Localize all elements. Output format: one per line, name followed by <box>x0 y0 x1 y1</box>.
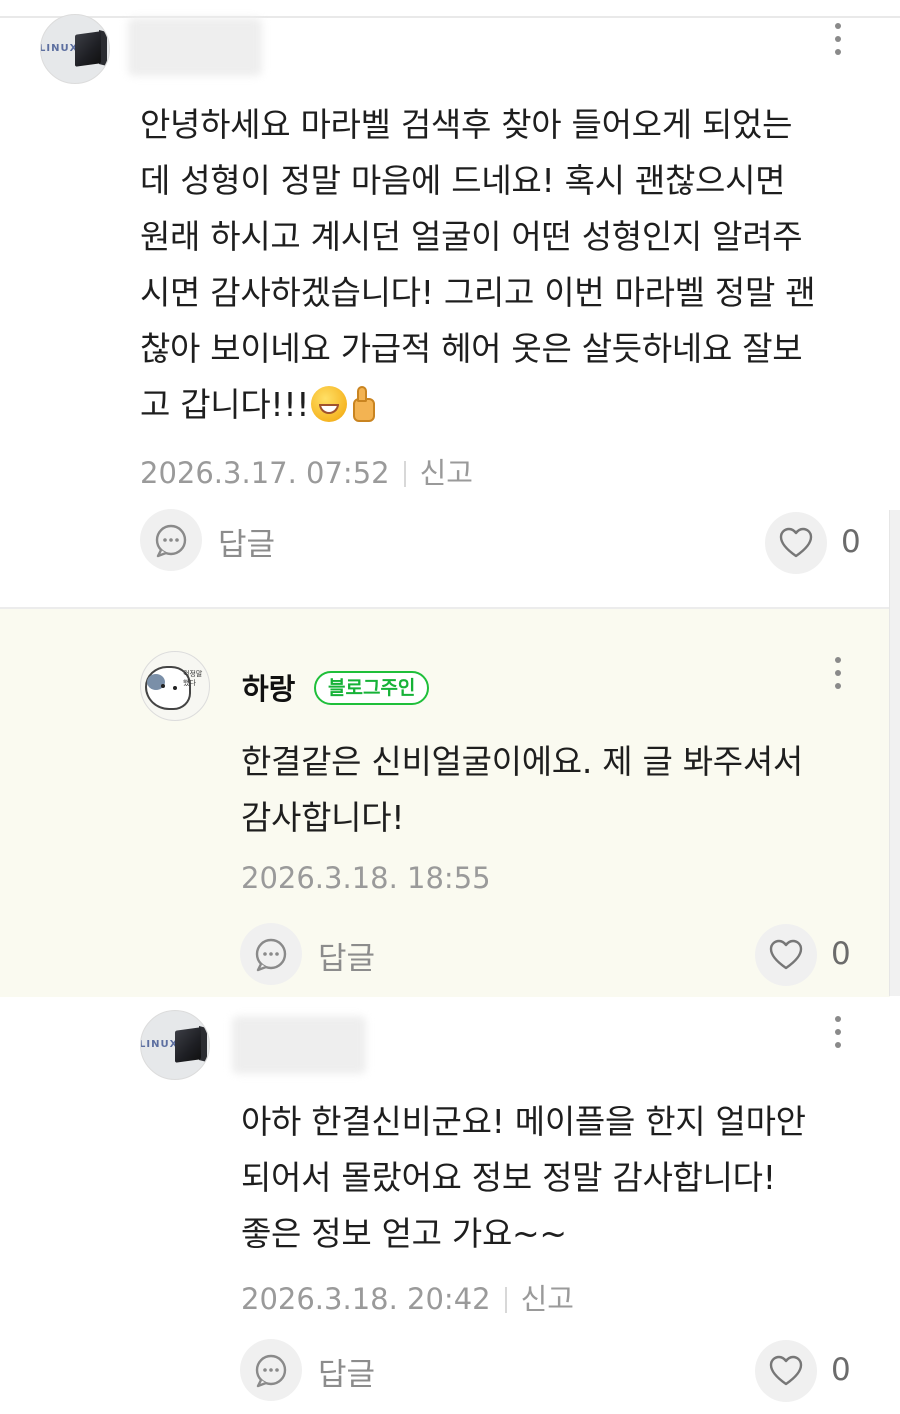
comment-meta: 2026.3.18. 18:55 <box>241 861 491 895</box>
reply-label: 답글 <box>318 941 376 977</box>
comment-line: 감사합니다! <box>241 798 405 837</box>
like-count: 0 <box>841 524 861 560</box>
reply-button[interactable]: 답글 <box>140 509 300 571</box>
meta-separator <box>504 1287 507 1313</box>
blog-owner-badge: 블로그주인 <box>314 671 430 705</box>
reply-button[interactable]: 답글 <box>240 1339 400 1401</box>
comment-line: 되어서 몰랐어요 정보 정말 감사합니다! <box>241 1158 776 1197</box>
like-button[interactable]: 0 <box>755 924 855 986</box>
reply-label: 답글 <box>318 1357 376 1393</box>
commenter-avatar[interactable]: LINUX <box>40 14 110 84</box>
comment-line: 좋은 정보 얻고 가요~~ <box>241 1214 567 1253</box>
comment-line: 고 갑니다!!! <box>140 385 310 424</box>
more-options-icon[interactable] <box>833 657 843 697</box>
like-button[interactable]: 0 <box>765 512 865 574</box>
more-options-icon[interactable] <box>833 1016 843 1056</box>
comment-line: 아하 한결신비군요! 메이플을 한지 얼마안 <box>241 1102 806 1141</box>
author-name-blurred[interactable] <box>232 1016 366 1074</box>
comment-date: 2026.3.18. 18:55 <box>241 861 491 895</box>
comment-text: 안녕하세요 마라벨 검색후 찾아 들어오게 되었는 데 성형이 정말 마음에 드… <box>140 97 816 433</box>
grinning-face-icon <box>311 386 348 422</box>
speech-bubble-icon <box>155 524 187 558</box>
comment-line: 한결같은 신비얼굴이에요. 제 글 봐주셔서 <box>241 742 803 781</box>
scrollbar[interactable] <box>889 510 900 996</box>
comment-date: 2026.3.17. 07:52 <box>140 456 390 490</box>
like-button[interactable]: 0 <box>755 1340 855 1402</box>
comment-date: 2026.3.18. 20:42 <box>241 1282 491 1316</box>
comment-line: 안녕하세요 마라벨 검색후 찾아 들어오게 되었는 <box>140 105 793 144</box>
comment-line: 데 성형이 정말 마음에 드네요! 혹시 괜찮으시면 <box>140 161 786 200</box>
author-name-blurred[interactable] <box>128 18 262 76</box>
report-link[interactable]: 신고 <box>521 1282 574 1316</box>
thumbs-up-icon <box>351 386 377 422</box>
comment-line: 원래 하시고 계시던 얼굴이 어떤 성형인지 알려주 <box>140 217 803 256</box>
author-name[interactable]: 하랑 <box>242 666 295 708</box>
heart-icon <box>779 527 813 558</box>
comment-line: 찮아 보이네요 가급적 헤어 옷은 살듯하네요 잘보 <box>140 329 803 368</box>
more-options-icon[interactable] <box>833 23 843 63</box>
owner-avatar[interactable]: 걱정말 했다 <box>140 651 210 721</box>
reply-button[interactable]: 답글 <box>240 923 400 985</box>
avatar-caption: 걱정말 했다 <box>183 670 203 687</box>
speech-bubble-icon <box>255 938 287 972</box>
like-count: 0 <box>831 936 851 972</box>
report-link[interactable]: 신고 <box>420 456 473 490</box>
commenter-avatar[interactable]: LINUX <box>140 1010 210 1080</box>
speech-bubble-icon <box>255 1354 287 1388</box>
comment-meta: 2026.3.18. 20:42 신고 <box>241 1276 574 1318</box>
reply-label: 답글 <box>218 527 276 563</box>
avatar-logo: LINUX <box>40 43 79 54</box>
like-count: 0 <box>831 1352 851 1388</box>
meta-separator <box>403 461 406 487</box>
comment-text: 아하 한결신비군요! 메이플을 한지 얼마안 되어서 몰랐어요 정보 정말 감사… <box>241 1094 806 1262</box>
comment-text: 한결같은 신비얼굴이에요. 제 글 봐주셔서 감사합니다! <box>241 734 803 846</box>
avatar-logo: LINUX <box>140 1039 179 1050</box>
comment-meta: 2026.3.17. 07:52 신고 <box>140 450 473 492</box>
heart-icon <box>769 939 803 970</box>
comment-line: 시면 감사하겠습니다! 그리고 이번 마라벨 정말 괜 <box>140 273 816 312</box>
heart-icon <box>769 1355 803 1386</box>
